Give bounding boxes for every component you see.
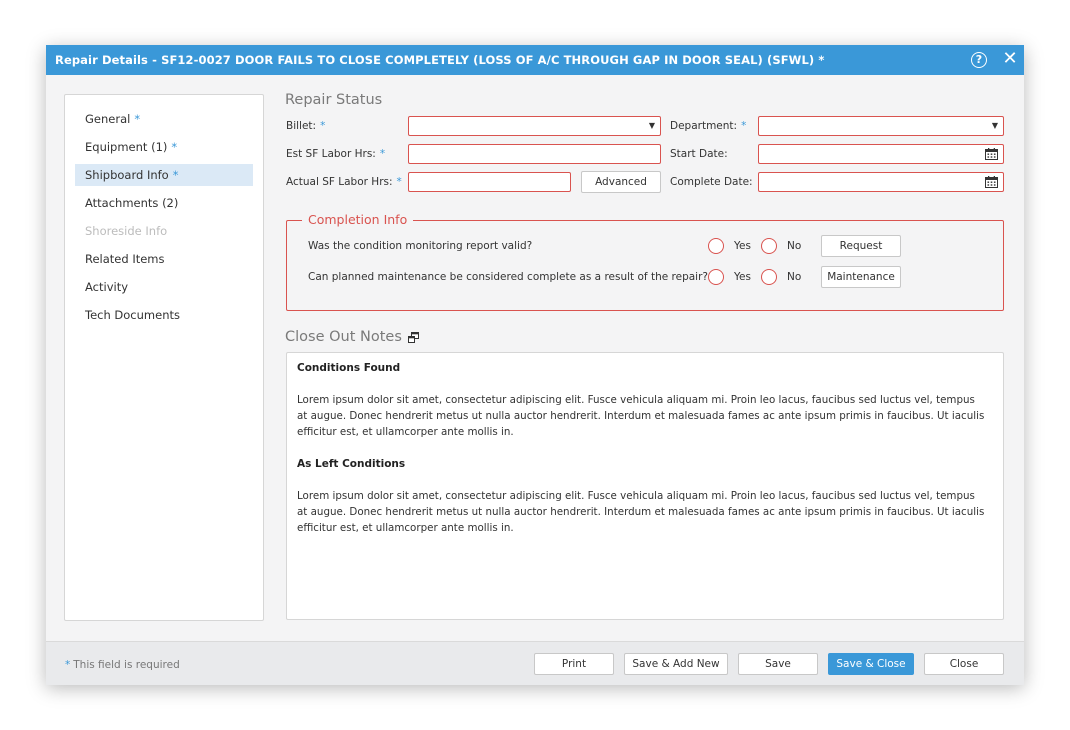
sidebar-item-label: Shoreside Info <box>85 224 168 238</box>
required-asterisk: * <box>172 168 179 182</box>
q2-no-label: No <box>787 271 802 283</box>
required-asterisk: * <box>171 140 178 154</box>
sidebar-item-tech-documents[interactable]: Tech Documents <box>75 304 253 326</box>
calendar-icon[interactable] <box>985 176 998 188</box>
save-and-add-new-button[interactable]: Save & Add New <box>624 653 728 675</box>
billet-label: Billet: * <box>286 120 326 132</box>
q2-no-radio[interactable] <box>761 269 777 285</box>
sidebar-item-shoreside-info: Shoreside Info <box>75 220 253 242</box>
question-planned-maintenance: Can planned maintenance be considered co… <box>308 271 708 283</box>
q1-no-label: No <box>787 240 802 252</box>
notes-heading-as-left-conditions: As Left Conditions <box>297 458 406 470</box>
close-icon[interactable]: ✕ <box>1002 49 1018 69</box>
sidebar-item-related-items[interactable]: Related Items <box>75 248 253 270</box>
required-field-note: * This field is required <box>65 659 180 671</box>
notes-paragraph-conditions-found: Lorem ipsum dolor sit amet, consectetur … <box>297 394 985 438</box>
chevron-down-icon: ▼ <box>648 121 655 130</box>
required-asterisk: * <box>134 112 141 126</box>
chevron-down-icon: ▼ <box>991 121 998 130</box>
q1-yes-radio[interactable] <box>708 238 724 254</box>
completion-info-title: Completion Info <box>302 212 414 227</box>
sidebar-item-attachments[interactable]: Attachments (2) <box>75 192 253 214</box>
actual-labor-label: Actual SF Labor Hrs: * <box>286 176 402 188</box>
sidebar-item-general[interactable]: General * <box>75 108 253 130</box>
maintenance-button[interactable]: Maintenance <box>821 266 901 288</box>
save-button[interactable]: Save <box>738 653 818 675</box>
sidebar-item-label: General <box>85 112 131 126</box>
request-button[interactable]: Request <box>821 235 901 257</box>
notes-heading-conditions-found: Conditions Found <box>297 362 401 374</box>
start-date-input[interactable] <box>758 144 1004 164</box>
complete-date-label: Complete Date: <box>670 176 753 188</box>
sidebar-item-label: Equipment (1) <box>85 140 168 154</box>
repair-status-title: Repair Status <box>285 92 383 108</box>
dialog-footer: * This field is required Print Save & Add… <box>46 641 1024 685</box>
sidebar-item-label: Related Items <box>85 252 165 266</box>
est-labor-label: Est SF Labor Hrs: * <box>286 148 386 160</box>
complete-date-input[interactable] <box>758 172 1004 192</box>
sidebar-item-label: Tech Documents <box>85 308 180 322</box>
popout-window-icon[interactable] <box>408 332 419 343</box>
department-select[interactable]: ▼ <box>758 116 1004 136</box>
actual-labor-input[interactable] <box>408 172 571 192</box>
q1-yes-label: Yes <box>734 240 751 252</box>
question-monitoring-report: Was the condition monitoring report vali… <box>308 240 533 252</box>
notes-paragraph-as-left-conditions: Lorem ipsum dolor sit amet, consectetur … <box>297 490 985 534</box>
save-and-close-button[interactable]: Save & Close <box>828 653 914 675</box>
sidebar-nav: General * Equipment (1) * Shipboard Info * … <box>64 94 264 621</box>
print-button[interactable]: Print <box>534 653 614 675</box>
close-out-notes-editor[interactable]: Conditions Found Lorem ipsum dolor sit a… <box>286 352 1004 620</box>
department-label: Department: * <box>670 120 747 132</box>
close-button[interactable]: Close <box>924 653 1004 675</box>
q2-yes-label: Yes <box>734 271 751 283</box>
est-labor-input[interactable] <box>408 144 661 164</box>
sidebar-item-equipment[interactable]: Equipment (1) * <box>75 136 253 158</box>
billet-select[interactable]: ▼ <box>408 116 661 136</box>
q2-yes-radio[interactable] <box>708 269 724 285</box>
repair-details-dialog: Repair Details - SF12-0027 DOOR FAILS TO… <box>46 45 1024 685</box>
dialog-title: Repair Details - SF12-0027 DOOR FAILS TO… <box>55 53 825 67</box>
sidebar-item-activity[interactable]: Activity <box>75 276 253 298</box>
help-icon[interactable]: ? <box>971 52 987 68</box>
sidebar-item-shipboard-info[interactable]: Shipboard Info * <box>75 164 253 186</box>
sidebar-item-label: Attachments (2) <box>85 196 179 210</box>
sidebar-item-label: Shipboard Info <box>85 168 169 182</box>
calendar-icon[interactable] <box>985 148 998 160</box>
q1-no-radio[interactable] <box>761 238 777 254</box>
advanced-button[interactable]: Advanced <box>581 171 661 193</box>
sidebar-item-label: Activity <box>85 280 129 294</box>
dialog-titlebar: Repair Details - SF12-0027 DOOR FAILS TO… <box>46 45 1024 75</box>
start-date-label: Start Date: <box>670 148 728 160</box>
close-out-notes-title: Close Out Notes <box>285 329 402 345</box>
